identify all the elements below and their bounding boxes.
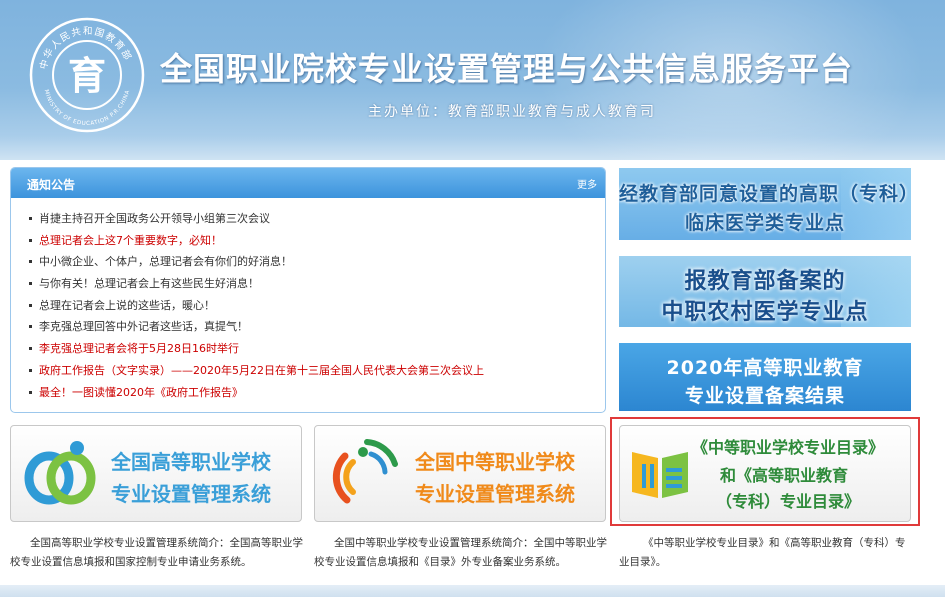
banner-line: 2020年高等职业教育	[666, 357, 864, 379]
notice-link[interactable]: 与你有关！总理记者会上有这些民生好消息！	[39, 277, 259, 290]
svg-text:育: 育	[68, 53, 106, 98]
notice-item: 与你有关！总理记者会上有这些民生好消息！	[29, 273, 484, 295]
higher-vocational-description: 全国高等职业学校专业设置管理系统简介：全国高等职业学校专业设置信息填报和国家控制…	[10, 537, 303, 568]
card-title-line: 专业设置管理系统	[415, 482, 575, 506]
notice-title: 通知公告	[27, 178, 76, 192]
banner-line: 报教育部备案的	[684, 269, 846, 294]
site-header: 中华人民共和国教育部 MINISTRY OF EDUCATION P.R.CHI…	[0, 0, 945, 160]
secondary-vocational-description: 全国中等职业学校专业设置管理系统简介：全国中等职业学校专业设置信息填报和《目录》…	[314, 537, 607, 568]
catalog-description: 《中等职业学校专业目录》和《高等职业教育（专科）专业目录》。	[619, 537, 906, 568]
notice-link[interactable]: 总理记者会上这7个重要数字，必知！	[39, 234, 222, 247]
notice-more-link[interactable]: 更多	[577, 176, 597, 191]
sponsor-text: 主办单位：教育部职业教育与成人教育司	[368, 104, 656, 120]
notice-link[interactable]: 总理在记者会上说的这些话，暖心！	[39, 299, 215, 312]
secondary-vocational-logo-icon	[332, 439, 398, 504]
notice-item: 李克强总理回答中外记者这些话，真提气！	[29, 316, 484, 338]
higher-vocational-logo-icon	[24, 441, 96, 505]
footer-band	[0, 585, 945, 597]
notice-link[interactable]: 肖捷主持召开全国政务公开领导小组第三次会议	[39, 212, 270, 225]
site-title: 全国职业院校专业设置管理与公共信息服务平台	[160, 50, 854, 88]
card-title-line: 全国高等职业学校	[111, 450, 271, 474]
notice-header: 通知公告 更多	[11, 168, 605, 198]
notice-item: 总理在记者会上说的这些话，暖心！	[29, 295, 484, 317]
notice-item: 肖捷主持召开全国政务公开领导小组第三次会议	[29, 208, 484, 230]
banner-clinical-medicine[interactable]: 经教育部同意设置的高职（专科） 临床医学类专业点	[619, 168, 911, 240]
banner-line: 临床医学类专业点	[684, 212, 845, 234]
notice-item: 最全！一图读懂2020年《政府工作报告》	[29, 382, 484, 404]
notice-item: 中小微企业、个体户，总理记者会有你们的好消息！	[29, 251, 484, 273]
notice-item: 李克强总理记者会将于5月28日16时举行	[29, 338, 484, 360]
notice-list: 肖捷主持召开全国政务公开领导小组第三次会议 总理记者会上这7个重要数字，必知！ …	[29, 208, 484, 403]
higher-vocational-system-card[interactable]: 全国高等职业学校 专业设置管理系统	[10, 425, 302, 522]
banner-filing-results[interactable]: 2020年高等职业教育 专业设置备案结果	[619, 343, 911, 411]
secondary-vocational-system-card[interactable]: 全国中等职业学校 专业设置管理系统	[314, 425, 606, 522]
notice-panel: 通知公告 更多 肖捷主持召开全国政务公开领导小组第三次会议 总理记者会上这7个重…	[10, 167, 606, 413]
catalog-highlight-frame	[610, 417, 920, 526]
banner-line: 中职农村医学专业点	[661, 300, 869, 325]
notice-item: 政府工作报告（文字实录）——2020年5月22日在第十三届全国人民代表大会第三次…	[29, 360, 484, 382]
banner-line: 经教育部同意设置的高职（专科）	[619, 183, 911, 205]
banner-line: 专业设置备案结果	[684, 385, 845, 407]
card-title-line: 全国中等职业学校	[415, 450, 575, 474]
card-title-line: 专业设置管理系统	[111, 482, 271, 506]
notice-link[interactable]: 政府工作报告（文字实录）——2020年5月22日在第十三届全国人民代表大会第三次…	[39, 364, 484, 377]
ministry-emblem-icon: 中华人民共和国教育部 MINISTRY OF EDUCATION P.R.CHI…	[29, 17, 145, 133]
notice-link[interactable]: 李克强总理回答中外记者这些话，真提气！	[39, 320, 248, 333]
banner-rural-medicine[interactable]: 报教育部备案的 中职农村医学专业点	[619, 256, 911, 327]
notice-link[interactable]: 最全！一图读懂2020年《政府工作报告》	[39, 386, 243, 399]
notice-link[interactable]: 中小微企业、个体户，总理记者会有你们的好消息！	[39, 255, 292, 268]
notice-item: 总理记者会上这7个重要数字，必知！	[29, 230, 484, 252]
notice-link[interactable]: 李克强总理记者会将于5月28日16时举行	[39, 342, 239, 355]
